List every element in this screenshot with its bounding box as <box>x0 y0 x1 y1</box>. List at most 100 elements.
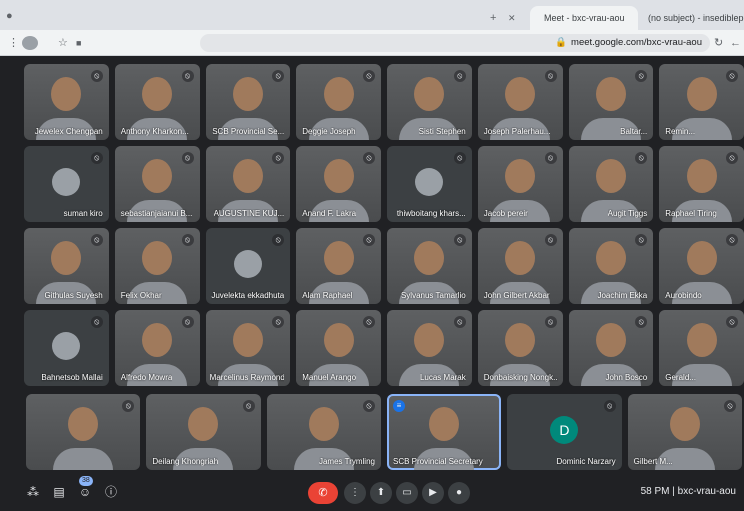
participant-tile[interactable]: ⦸ sebastianjaianui B... <box>114 146 200 222</box>
participant-tile[interactable]: ⦸ John Bosco <box>568 310 654 386</box>
camera-icon[interactable]: ■ <box>76 36 81 50</box>
participant-tile[interactable]: ⦸ John Gilbert Akbar <box>477 228 563 304</box>
participant-video-face <box>142 240 173 275</box>
mic-off-icon: ⦸ <box>272 316 285 328</box>
participant-tile[interactable]: ⦸ Jacob pereir <box>477 146 563 222</box>
participant-tile[interactable]: ⦸ Githulas Suyesh <box>24 228 109 304</box>
participant-tile[interactable]: ⦸ James Trymling <box>266 394 381 470</box>
participant-tile[interactable]: ⦸ Sylvanus Tamarlio <box>387 228 472 304</box>
profile-avatar[interactable] <box>22 36 38 50</box>
participant-name: John Bosco <box>605 373 648 382</box>
participant-video-face <box>505 322 536 357</box>
end-call-button[interactable]: ✆ <box>308 482 338 504</box>
participant-video-face <box>232 158 263 193</box>
mic-off-icon: ⦸ <box>453 152 466 164</box>
mic-off-icon: ⦸ <box>181 70 194 82</box>
participant-name: Remin... <box>665 127 696 136</box>
participant-tile[interactable]: ⦸ Juvelekta ekkadhuta <box>205 228 291 304</box>
captions-button[interactable]: ▭ <box>396 482 418 504</box>
participant-name: Bahnetsob Mallai <box>41 373 103 382</box>
present-button[interactable]: ⬆ <box>370 482 392 504</box>
mic-off-icon: ⦸ <box>453 316 466 328</box>
participant-tile[interactable]: ⦸ Manuel Arango <box>296 310 381 386</box>
chat-icon[interactable]: ▤ <box>50 483 68 501</box>
participant-video-face <box>505 240 536 275</box>
mic-off-icon: ⦸ <box>726 234 738 246</box>
address-bar: ⋮ ☆ ■ 🔒 meet.google.com/bxc-vrau-aou ↻ ← <box>0 30 744 56</box>
participant-name: Baltar... <box>620 127 648 136</box>
participant-tile[interactable]: ⦸ thiwboitang khars... <box>387 146 472 222</box>
participant-name: Dominic Narzary <box>556 457 616 466</box>
activities-icon[interactable]: ⁂ <box>24 483 42 501</box>
participant-video-face <box>595 76 626 111</box>
participant-tile[interactable]: ⦸ <box>26 394 141 470</box>
participant-video-face <box>429 406 460 441</box>
reload-icon[interactable]: ↻ <box>714 36 723 50</box>
participant-video-face <box>308 406 339 441</box>
camera-button[interactable]: ▶ <box>422 482 444 504</box>
participant-name: Marcelinus Raymond <box>209 373 285 382</box>
participant-tile[interactable]: ⦸ Joachim Ekka <box>568 228 654 304</box>
participant-video-face <box>51 240 82 275</box>
participant-name: Anthony Kharkon... <box>120 127 189 136</box>
participant-tile[interactable]: ⦸ Felix Okhar <box>114 228 200 304</box>
participant-avatar <box>415 168 444 196</box>
participant-tile[interactable]: ⦸ Alfredo Mowra <box>114 310 200 386</box>
more-options-button[interactable]: ⋮ <box>344 482 366 504</box>
participant-tile[interactable]: ⦸ Marcelinus Raymond <box>205 310 291 386</box>
bookmark-star-icon[interactable]: ☆ <box>58 36 68 50</box>
participant-video-face <box>686 158 717 193</box>
tab-mail[interactable]: (no subject) - insedibleppe... <box>640 6 744 30</box>
back-icon[interactable]: ← <box>730 36 741 50</box>
mic-off-icon: ⦸ <box>90 70 103 82</box>
mic-off-icon: ⦸ <box>635 316 648 328</box>
mic-off-icon: ⦸ <box>272 70 285 82</box>
mic-off-icon: ⦸ <box>90 152 103 164</box>
participant-tile[interactable]: ⦸ Baltar... <box>568 64 654 140</box>
participant-tile[interactable]: ⦸ Aurobindo <box>659 228 744 304</box>
window-menu-icon[interactable]: ● <box>6 9 13 23</box>
participant-tile[interactable]: ≡ SCB Provincial Secretary <box>387 394 502 470</box>
participant-tile[interactable]: ⦸ Gilbert M... <box>627 394 742 470</box>
meeting-info: 58 PM | bxc-vrau-aou <box>640 486 736 497</box>
participant-name: Augit Tiggs <box>607 209 648 218</box>
participant-name: Gilbert M... <box>633 457 673 466</box>
participant-tile[interactable]: ⦸ Anand F. Lakra <box>296 146 381 222</box>
participant-avatar <box>52 332 81 360</box>
participant-tile[interactable]: ⦸ Remin... <box>659 64 744 140</box>
participant-name: James Trymling <box>318 457 375 466</box>
participant-name: Jewelex Chengpan <box>34 127 103 136</box>
participant-tile[interactable]: ⦸ Deggie Joseph <box>296 64 381 140</box>
menu-dots-icon[interactable]: ⋮ <box>8 36 19 50</box>
close-tab-icon[interactable]: ✕ <box>508 11 516 25</box>
participant-tile[interactable]: D ⦸ Dominic Narzary <box>507 394 622 470</box>
mic-off-icon: ⦸ <box>726 152 738 164</box>
participant-tile[interactable]: ⦸ AUGUSTINE KUJ... <box>205 146 291 222</box>
participant-tile[interactable]: ⦸ SCB Provincial Se... <box>205 64 291 140</box>
participant-video-face <box>232 322 263 357</box>
microphone-button[interactable]: ● <box>448 482 470 504</box>
participant-tile[interactable]: ⦸ suman kiro <box>24 146 109 222</box>
participant-video-face <box>686 322 717 357</box>
participant-tile[interactable]: ⦸ Lucas Marak <box>387 310 472 386</box>
mic-off-icon: ⦸ <box>603 400 616 412</box>
participant-tile[interactable]: ⦸ Raphael Tiring <box>659 146 744 222</box>
new-tab-icon[interactable]: + <box>490 11 496 25</box>
participant-video-face <box>232 76 263 111</box>
participant-tile[interactable]: ⦸ Jewelex Chengpan <box>24 64 109 140</box>
participant-tile[interactable]: ⦸ Donbaisking Nongk... <box>477 310 563 386</box>
participant-video-face <box>414 76 445 111</box>
url-input[interactable]: 🔒 meet.google.com/bxc-vrau-aou <box>200 34 710 52</box>
url-text: meet.google.com/bxc-vrau-aou <box>571 37 702 48</box>
info-icon[interactable]: ⓘ <box>102 483 120 501</box>
participant-tile[interactable]: ⦸ Gerald... <box>659 310 744 386</box>
participant-tile[interactable]: ⦸ Anthony Kharkon... <box>114 64 200 140</box>
tab-meet[interactable]: Meet - bxc-vrau-aou <box>530 6 638 30</box>
participant-tile[interactable]: ⦸ Sisti Stephen <box>387 64 472 140</box>
participant-tile[interactable]: ⦸ Joseph Palerhau... <box>477 64 563 140</box>
participant-tile[interactable]: ⦸ Deilang Khongriah <box>146 394 261 470</box>
participant-video-face <box>323 240 354 275</box>
participant-tile[interactable]: ⦸ Augit Tiggs <box>568 146 654 222</box>
participant-tile[interactable]: ⦸ Bahnetsob Mallai <box>24 310 109 386</box>
participant-tile[interactable]: ⦸ Alam Raphael <box>296 228 381 304</box>
